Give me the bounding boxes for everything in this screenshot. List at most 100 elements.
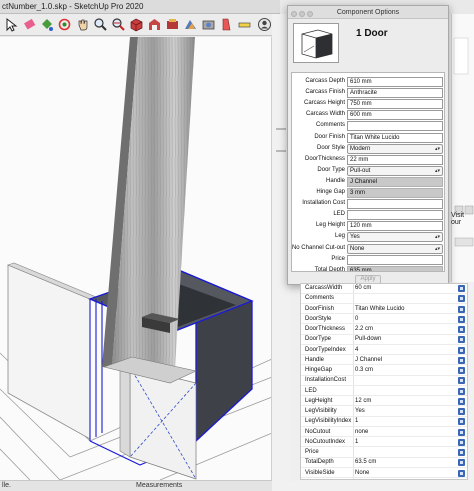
attribute-details-icon[interactable] <box>458 377 465 385</box>
dialog-title: Component Options <box>336 9 400 16</box>
option-value: 610 mm <box>350 79 372 85</box>
close-icon[interactable] <box>291 11 297 17</box>
attribute-value[interactable]: 4 <box>355 347 358 353</box>
option-value: 120 mm <box>350 223 372 230</box>
option-label: Carcass Finish <box>305 89 345 96</box>
option-row: Comments <box>292 121 444 132</box>
attribute-details-icon[interactable] <box>458 438 465 446</box>
option-input[interactable] <box>347 121 443 132</box>
attribute-details-icon[interactable] <box>458 428 465 436</box>
attribute-details-icon[interactable] <box>458 459 465 467</box>
attribute-details-icon[interactable] <box>458 295 465 303</box>
option-select[interactable]: Pull-out ▴▾ <box>347 165 443 176</box>
option-input[interactable] <box>347 254 443 265</box>
option-row: DoorThickness 22 mm <box>292 154 444 166</box>
attribute-details-icon[interactable] <box>458 285 465 292</box>
attribute-details-icon[interactable] <box>458 367 465 374</box>
option-value: 600 mm <box>350 112 372 119</box>
attribute-row: LegVisibilityIndex 1 <box>301 417 467 427</box>
attribute-details-icon[interactable] <box>458 387 465 395</box>
attribute-value[interactable]: Yes <box>355 408 365 414</box>
option-value: Modern <box>350 145 371 152</box>
components-tool-icon[interactable] <box>129 17 144 32</box>
option-label: LED <box>333 211 345 218</box>
select-tool-icon[interactable] <box>3 17 18 32</box>
minimize-icon[interactable] <box>299 11 305 17</box>
model-viewport[interactable] <box>0 37 272 480</box>
attribute-details-icon[interactable] <box>458 397 465 405</box>
option-input[interactable]: Anthracite <box>347 88 443 99</box>
tray-strip <box>451 14 474 282</box>
option-input[interactable]: 600 mm <box>347 110 443 121</box>
attribute-details-icon[interactable] <box>458 305 465 313</box>
option-input: 3 mm <box>347 188 443 198</box>
attribute-value[interactable]: Titan White Lucido <box>355 306 404 312</box>
sketchup-title-bar: ctNumber_1.0.skp - SketchUp Pro 2020 <box>0 0 280 14</box>
visit-text[interactable]: Visit our <box>451 212 474 226</box>
option-label: Door Style <box>316 144 345 151</box>
attribute-details-icon[interactable] <box>458 408 465 415</box>
attribute-value[interactable]: none <box>355 429 368 435</box>
option-row: Carcass Height 750 mm <box>292 99 444 110</box>
layout-tool-icon[interactable] <box>183 17 198 32</box>
attribute-value[interactable]: J Channel <box>355 357 382 363</box>
option-row: Total Depth 635 mm <box>292 265 444 271</box>
option-input[interactable] <box>347 199 443 210</box>
option-input[interactable] <box>347 210 443 221</box>
attribute-row: DoorThickness 2.2 cm <box>301 325 467 335</box>
eraser-tool-icon[interactable] <box>22 17 37 32</box>
option-input[interactable]: 120 mm <box>347 221 443 232</box>
attribute-details-icon[interactable] <box>458 418 465 426</box>
attribute-value[interactable]: None <box>355 470 369 476</box>
orbit-tool-icon[interactable] <box>57 17 72 32</box>
attribute-details-icon[interactable] <box>458 326 465 333</box>
camera-tool-icon[interactable] <box>201 17 216 32</box>
attribute-value[interactable]: 1 <box>355 439 358 445</box>
attribute-details-icon[interactable] <box>458 346 465 354</box>
option-value: 750 mm <box>350 101 372 108</box>
walk-tool-icon[interactable] <box>219 17 234 32</box>
attribute-row: LegVisibility Yes <box>301 407 467 417</box>
attribute-key: DoorType <box>305 336 332 343</box>
attribute-details-icon[interactable] <box>458 469 465 477</box>
attribute-value[interactable]: 60 cm <box>355 285 371 291</box>
warehouse-tool-icon[interactable] <box>147 17 162 32</box>
attribute-details-icon[interactable] <box>458 315 465 323</box>
attribute-value[interactable]: 63.5 cm <box>355 459 376 465</box>
zoom-icon[interactable] <box>307 11 313 17</box>
attribute-details-icon[interactable] <box>458 449 465 456</box>
option-input[interactable]: 750 mm <box>347 99 443 110</box>
attribute-row: Handle J Channel <box>301 356 467 366</box>
option-select[interactable]: None ▴▾ <box>347 243 443 254</box>
extension-warehouse-tool-icon[interactable] <box>165 17 180 32</box>
option-input[interactable]: Titan White Lucido <box>347 132 443 143</box>
option-select[interactable]: Yes ▴▾ <box>347 232 443 243</box>
attribute-details-icon[interactable] <box>458 356 465 364</box>
user-account-icon[interactable] <box>257 17 272 32</box>
attribute-value[interactable]: 12 cm <box>355 398 371 404</box>
attribute-details-icon[interactable] <box>458 336 465 344</box>
option-row: Carcass Width 600 mm <box>292 110 444 121</box>
attribute-value[interactable]: 1 <box>355 418 358 424</box>
window-controls <box>291 9 315 22</box>
chevron-updown-icon: ▴▾ <box>434 245 440 252</box>
option-select[interactable]: Modern ▴▾ <box>347 143 443 154</box>
option-row: Door Finish Titan White Lucido <box>292 132 444 144</box>
zoom-tool-icon[interactable] <box>93 17 108 32</box>
option-label: Leg Height <box>315 222 345 229</box>
attribute-value[interactable]: 2.2 cm <box>355 326 373 332</box>
chevron-updown-icon: ▴▾ <box>434 167 440 174</box>
attribute-value[interactable]: 0.3 cm <box>355 367 373 373</box>
component-name: 1 Door <box>356 28 388 39</box>
option-value: None <box>350 245 365 252</box>
option-row: Hinge Gap 3 mm <box>292 188 444 199</box>
attribute-value[interactable]: Pull-down <box>355 336 381 342</box>
pan-tool-icon[interactable] <box>75 17 90 32</box>
option-input[interactable]: 610 mm <box>347 77 443 87</box>
option-input: 635 mm <box>347 265 443 271</box>
option-input[interactable]: 22 mm <box>347 154 443 165</box>
measure-tool-icon[interactable] <box>237 17 252 32</box>
paint-bucket-tool-icon[interactable] <box>39 17 54 32</box>
attribute-value[interactable]: 0 <box>355 316 358 322</box>
zoom-extents-tool-icon[interactable] <box>111 17 126 32</box>
